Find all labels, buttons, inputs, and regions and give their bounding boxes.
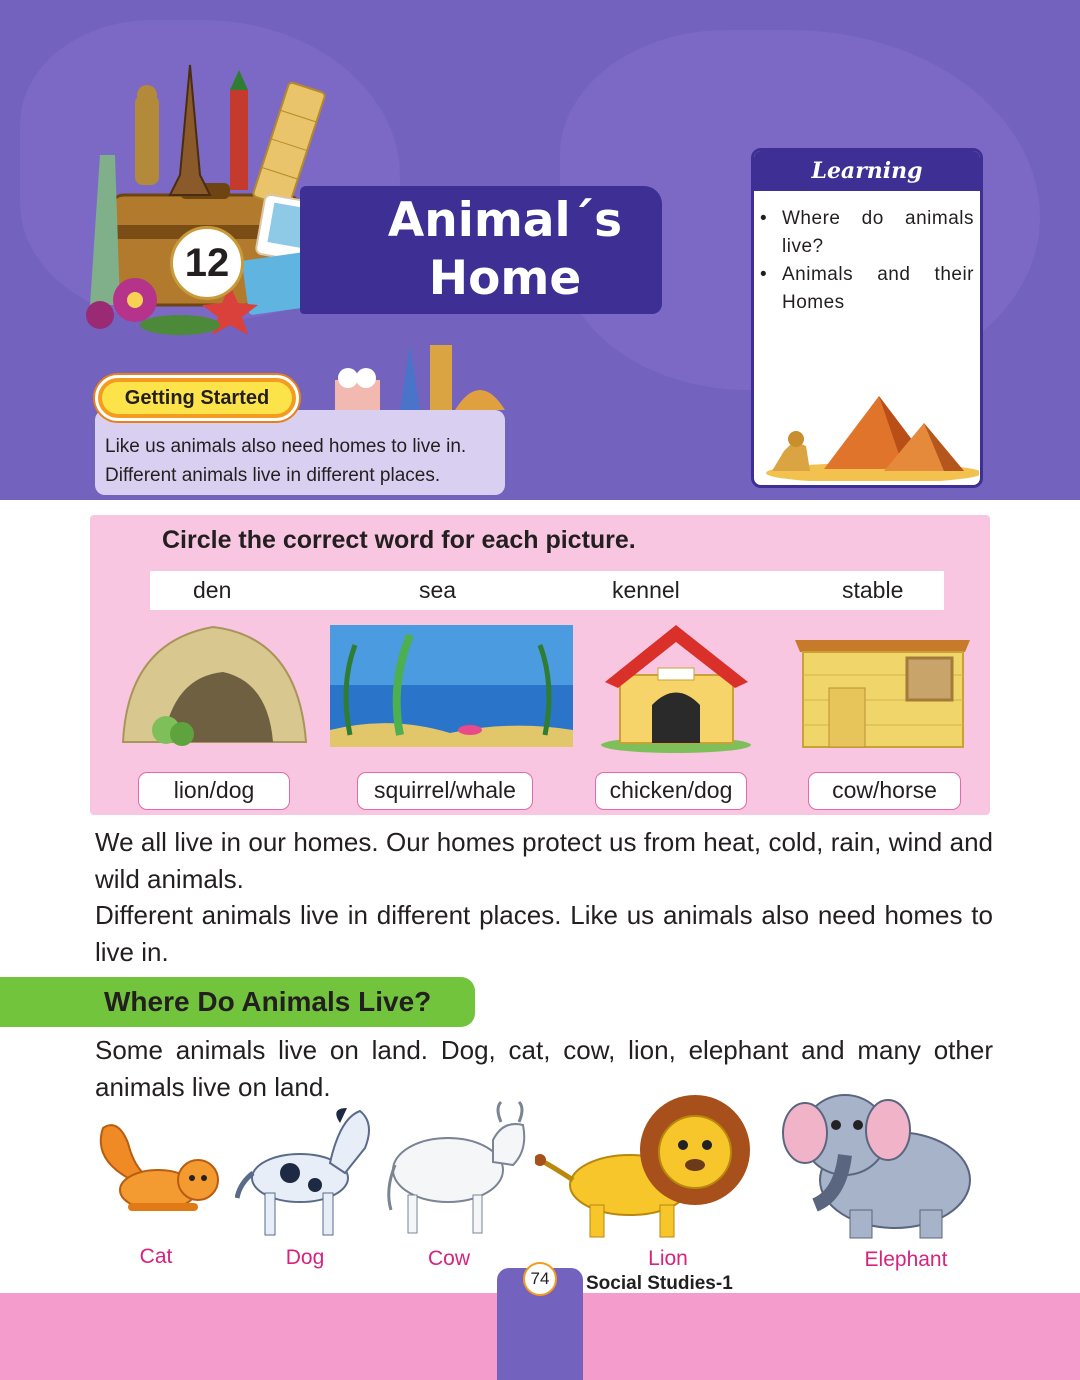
word-bank-item: kennel [612,577,680,603]
chapter-title: Animal´s Home [387,193,623,306]
activity-instruction: Circle the correct word for each picture… [162,526,636,554]
elephant-image [782,1094,971,1239]
getting-started-line: Like us animals also need homes to live … [105,436,467,457]
animal-label: Dog [285,1246,325,1269]
getting-started-label: Getting Started [95,375,299,421]
kennel-image [601,625,751,753]
learning-outcomes-list: Where do animals live? Animals and their… [754,191,980,317]
lion-image [535,1095,750,1238]
body-paragraph: Different animals live in different plac… [95,900,993,967]
list-item: Where do animals live? [758,205,974,261]
pyramids-illustration [766,396,979,481]
section-heading: Where Do Animals Live? [104,986,432,1017]
getting-started-line: Different animals live in different plac… [105,465,441,486]
getting-started-box: Like us animals also need homes to live … [95,410,505,495]
word-bank: den sea kennel stable [150,571,944,610]
answer-option: lion/dog [138,772,290,810]
book-title: Social Studies-1 [586,1273,733,1294]
stable-image [795,640,970,748]
cave-image [121,625,308,746]
dog-image [235,1108,370,1236]
learning-outcomes-heading: Learning Outcomes [754,151,980,224]
answer-option: cow/horse [808,772,961,810]
animal-label: Cow [427,1247,470,1270]
word-bank-item: den [193,577,232,603]
animal-label: Lion [648,1247,688,1270]
sea-image [330,625,573,747]
body-paragraph: We all live in our homes. Our homes prot… [95,827,993,894]
word-bank-item: sea [419,577,457,603]
word-bank-item: stable [842,577,904,603]
chapter-number: 12 [170,226,244,300]
answer-option: squirrel/whale [357,772,533,810]
page-number: 74 [523,1262,557,1296]
answer-option: chicken/dog [595,772,747,810]
cat-image [99,1124,219,1211]
getting-started-label-text: Getting Started [102,382,292,414]
landmarks-small-illustration [335,345,505,410]
animal-label: Elephant [864,1248,948,1271]
animal-label: Cat [139,1245,173,1268]
list-item: Animals and their Homes [758,261,974,317]
learning-outcomes-box: Learning Outcomes Where do animals live?… [751,148,983,488]
cow-image [387,1100,526,1234]
